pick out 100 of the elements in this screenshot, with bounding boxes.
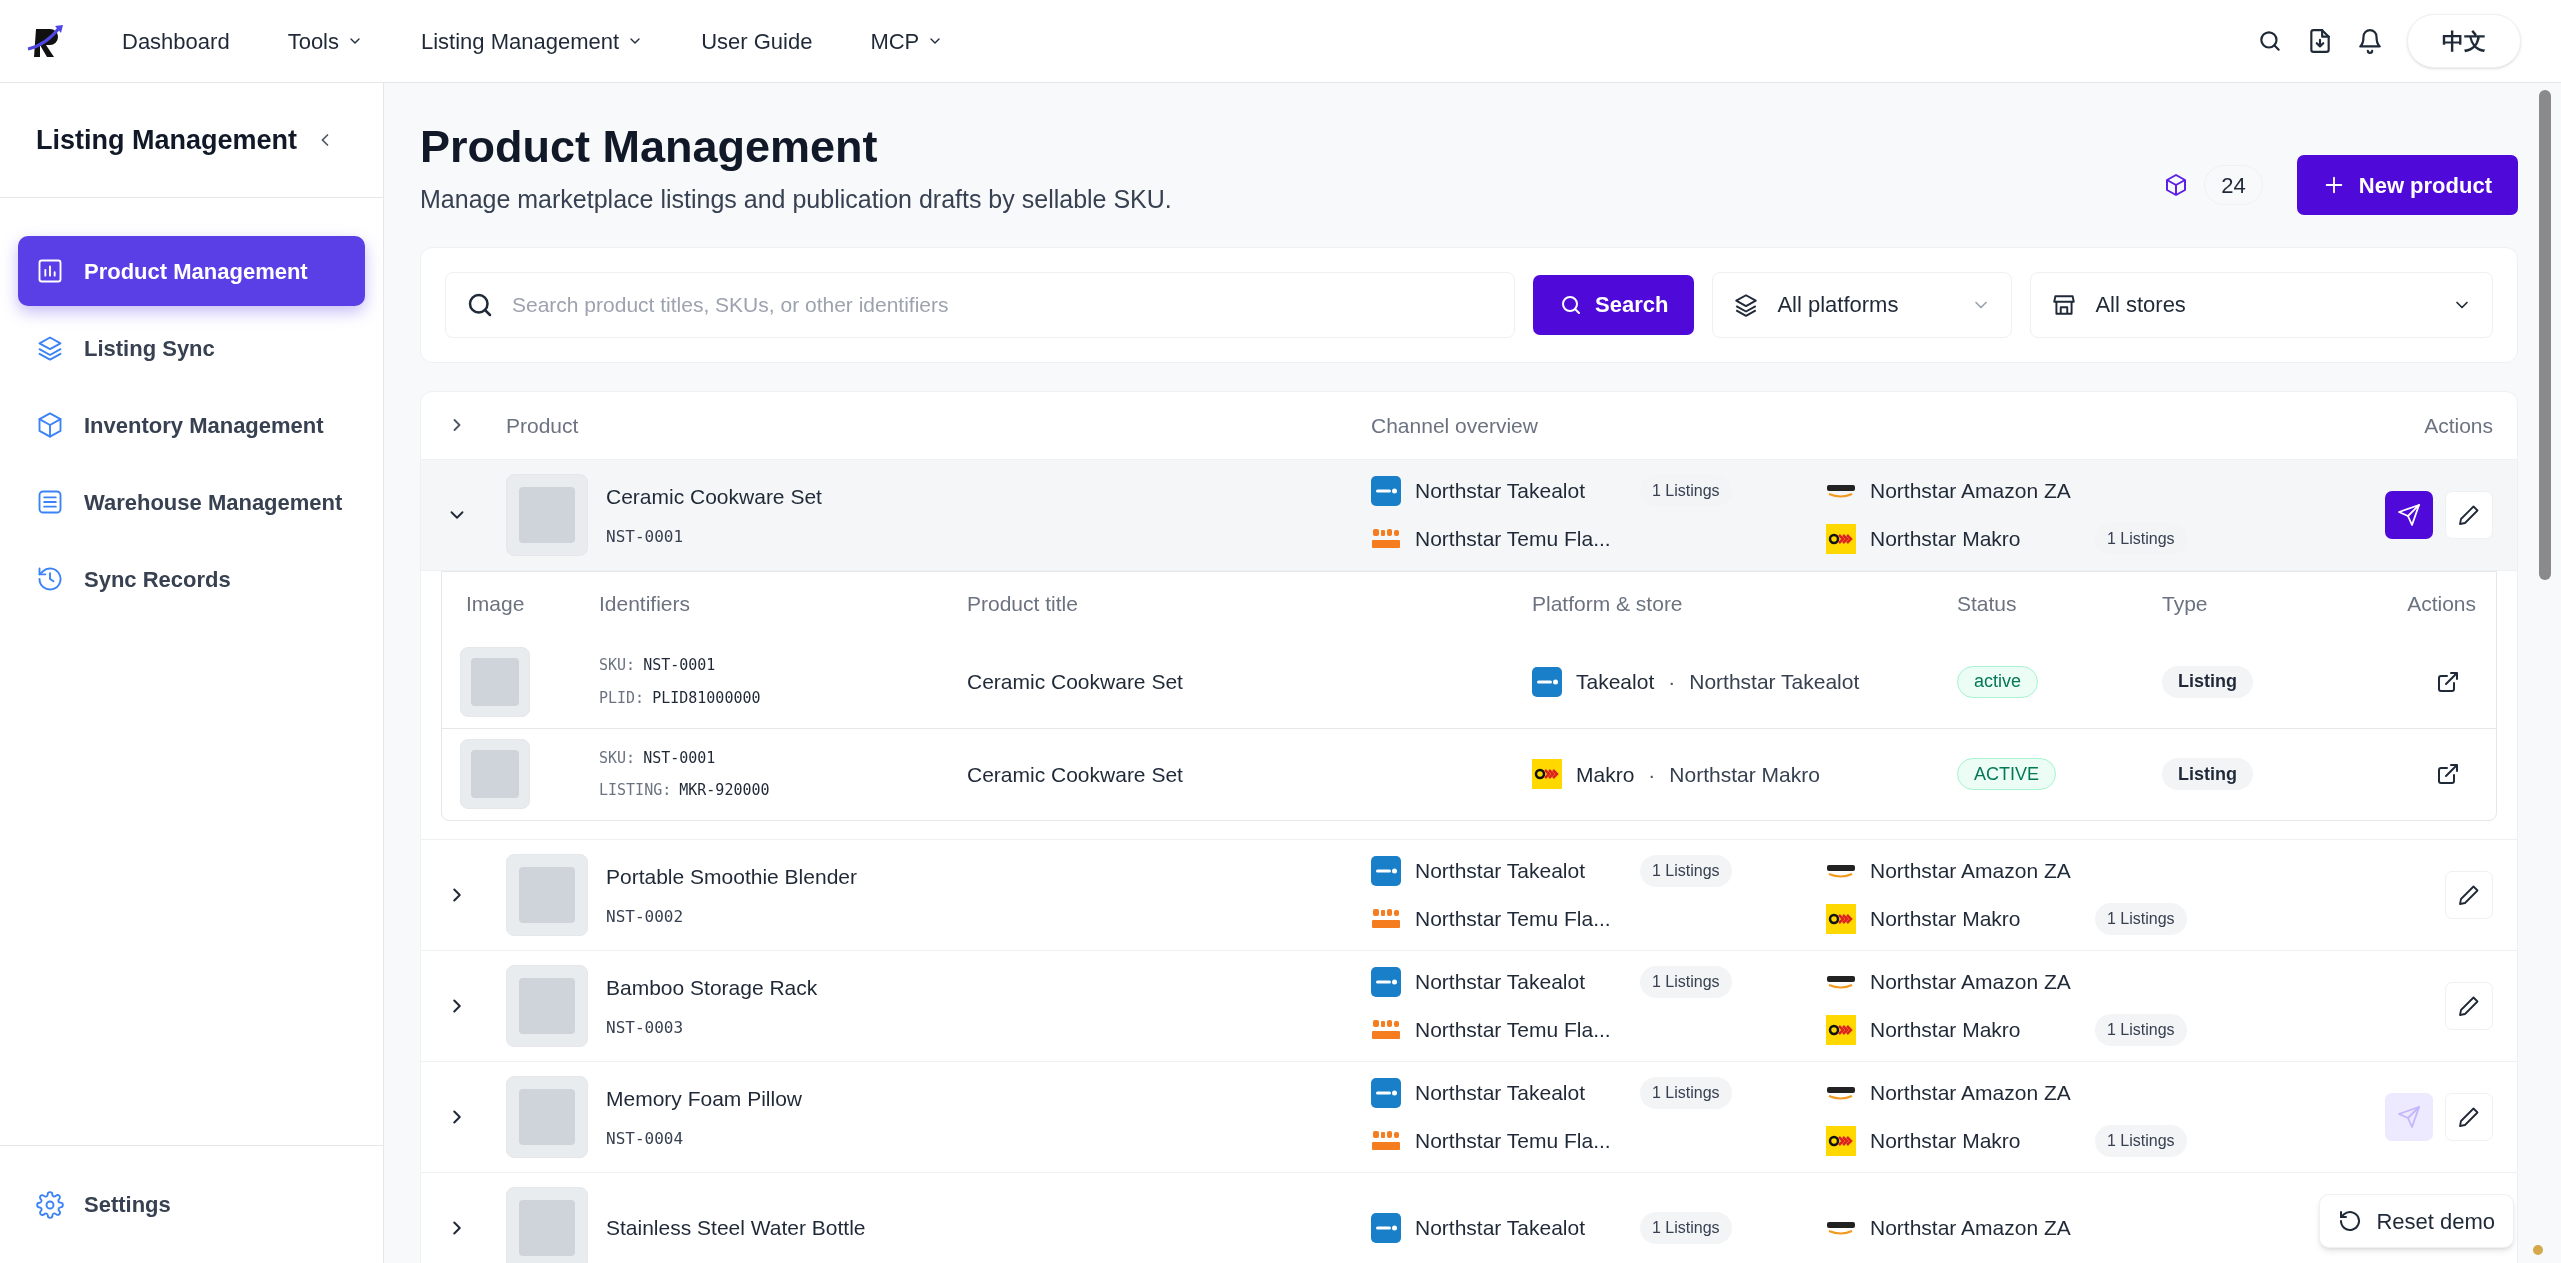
publish-button[interactable]	[2385, 490, 2433, 539]
edit-button[interactable]	[2445, 870, 2493, 919]
identifier-value: PLID81000000	[652, 687, 761, 709]
column-header: Platform & store	[1532, 591, 1683, 617]
layers-icon	[36, 334, 64, 362]
reset-demo-button[interactable]: Reset demo	[2319, 1194, 2514, 1248]
product-name: Memory Foam Pillow	[606, 1086, 803, 1112]
nav-link[interactable]: Dashboard	[122, 24, 230, 58]
listing-count: 1 Listings	[1640, 1211, 1732, 1244]
product-sku: NST-0004	[606, 1127, 685, 1150]
scrollbar[interactable]	[2539, 90, 2551, 580]
separator-dot: ·	[1668, 669, 1676, 695]
column-header: Identifiers	[599, 591, 691, 617]
settings-icon	[36, 1190, 64, 1219]
platform-name: Takealot	[1576, 669, 1655, 695]
store-name: Northstar Takealot	[1689, 669, 1860, 695]
platform-name: Makro	[1576, 761, 1635, 788]
column-header: Channel overview	[1371, 412, 1538, 439]
listing-title: Ceramic Cookware Set	[967, 761, 1183, 788]
channel-name: Northstar Makro	[1870, 526, 2022, 552]
sidebar-item[interactable]: Product Management	[18, 236, 365, 306]
nav-link[interactable]: MCP	[870, 24, 944, 58]
takealot-logo-icon	[1532, 666, 1562, 697]
channel-name: Northstar Temu Fla...	[1415, 526, 1612, 552]
identifier-value: NST-0001	[643, 655, 716, 677]
takealot-logo-icon	[1371, 1077, 1401, 1108]
identifier-value: MKR-920000	[679, 780, 770, 802]
channel-name: Northstar Temu Fla...	[1415, 1017, 1612, 1043]
search-icon[interactable]	[2257, 28, 2283, 54]
edit-button[interactable]	[2445, 490, 2493, 539]
temu-logo-icon	[1371, 907, 1401, 930]
settings-link[interactable]: Settings	[36, 1188, 171, 1221]
type-badge: Listing	[2162, 758, 2253, 791]
edit-button[interactable]	[2445, 981, 2493, 1030]
page-subtitle: Manage marketplace listings and publication drafts by sellable SKU.	[420, 184, 1172, 216]
column-header: Type	[2162, 591, 2208, 617]
channel-name: Northstar Amazon ZA	[1870, 478, 2072, 504]
channel-name: Northstar Temu Fla...	[1415, 1128, 1612, 1154]
listing-count: 1 Listings	[2095, 1124, 2187, 1157]
takealot-logo-icon	[1371, 475, 1401, 506]
nav-link[interactable]: User Guide	[701, 24, 813, 58]
makro-logo-icon	[1532, 759, 1562, 790]
product-sku: NST-0003	[606, 1016, 685, 1039]
product-sku: NST-0001	[606, 525, 685, 548]
external-link-icon[interactable]	[2436, 669, 2460, 694]
channel-name: Northstar Makro	[1870, 1017, 2022, 1043]
makro-logo-icon	[1826, 1014, 1856, 1045]
sidebar-item[interactable]: Sync Records	[18, 544, 365, 614]
history-icon	[36, 565, 64, 593]
layers-icon	[1733, 291, 1760, 318]
search-button[interactable]: Search	[1533, 274, 1695, 335]
product-row[interactable]: Ceramic Cookware Set NST-0001 Northstar Takealot 1 Listings Northstar Amazon ZA Northstar Temu Fla... Northstar Makro 1 Listings	[421, 459, 2517, 571]
makro-logo-icon	[1826, 523, 1856, 554]
column-header: Actions	[2424, 412, 2494, 439]
product-name: Bamboo Storage Rack	[606, 975, 818, 1001]
identifier-label: SKU:	[599, 655, 636, 677]
sidebar-title: Listing Management	[36, 123, 298, 157]
channel-name: Northstar Takealot	[1415, 478, 1587, 504]
language-button[interactable]: 中文	[2407, 14, 2521, 68]
sidebar-item[interactable]: Listing Sync	[18, 313, 365, 383]
listing-count: 1 Listings	[1640, 965, 1732, 998]
product-photo	[460, 646, 530, 717]
channel-name: Northstar Amazon ZA	[1870, 1215, 2072, 1241]
channel-name: Northstar Takealot	[1415, 1080, 1587, 1106]
column-header: Image	[465, 591, 525, 617]
file-download-icon[interactable]	[2307, 28, 2333, 54]
product-photo	[460, 739, 530, 810]
status-badge: ACTIVE	[1957, 758, 2056, 791]
store-select[interactable]: All stores	[2030, 271, 2493, 338]
channel-name: Northstar Makro	[1870, 1128, 2022, 1154]
platform-select[interactable]: All platforms	[1712, 271, 2013, 338]
nav-link[interactable]: Tools	[287, 24, 363, 58]
send-icon	[2397, 502, 2421, 527]
column-header: Actions	[2407, 591, 2477, 617]
amazon-logo-icon	[1826, 863, 1856, 878]
external-link-icon[interactable]	[2436, 762, 2460, 787]
cube-icon	[2164, 173, 2189, 197]
sidebar-item[interactable]: Inventory Management	[18, 390, 365, 460]
channel-name: Northstar Amazon ZA	[1870, 858, 2072, 884]
cube-icon	[36, 411, 64, 439]
channel-name: Northstar Takealot	[1415, 858, 1587, 884]
identifier-value: NST-0001	[643, 747, 716, 769]
product-name: Portable Smoothie Blender	[606, 864, 857, 890]
listing-title: Ceramic Cookware Set	[967, 669, 1183, 695]
bell-icon[interactable]	[2357, 28, 2383, 54]
column-header: Product title	[967, 591, 1078, 617]
edit-button[interactable]	[2445, 1092, 2493, 1141]
nav-link[interactable]: Listing Management	[421, 24, 644, 58]
identifier-label: LISTING:	[599, 780, 672, 802]
product-sku: NST-0002	[606, 905, 685, 928]
identifier-label: PLID:	[599, 687, 645, 709]
product-name: Stainless Steel Water Bottle	[606, 1215, 866, 1241]
new-product-button[interactable]: New product	[2296, 155, 2518, 215]
search-field[interactable]: Search product titles, SKUs, or other identifiers	[445, 271, 1515, 338]
amazon-logo-icon	[1826, 1220, 1856, 1235]
channel-name: Northstar Takealot	[1415, 969, 1587, 995]
amazon-logo-icon	[1826, 974, 1856, 989]
makro-logo-icon	[1826, 903, 1856, 934]
takealot-logo-icon	[1371, 966, 1401, 997]
sidebar-item[interactable]: Warehouse Management	[18, 467, 365, 537]
